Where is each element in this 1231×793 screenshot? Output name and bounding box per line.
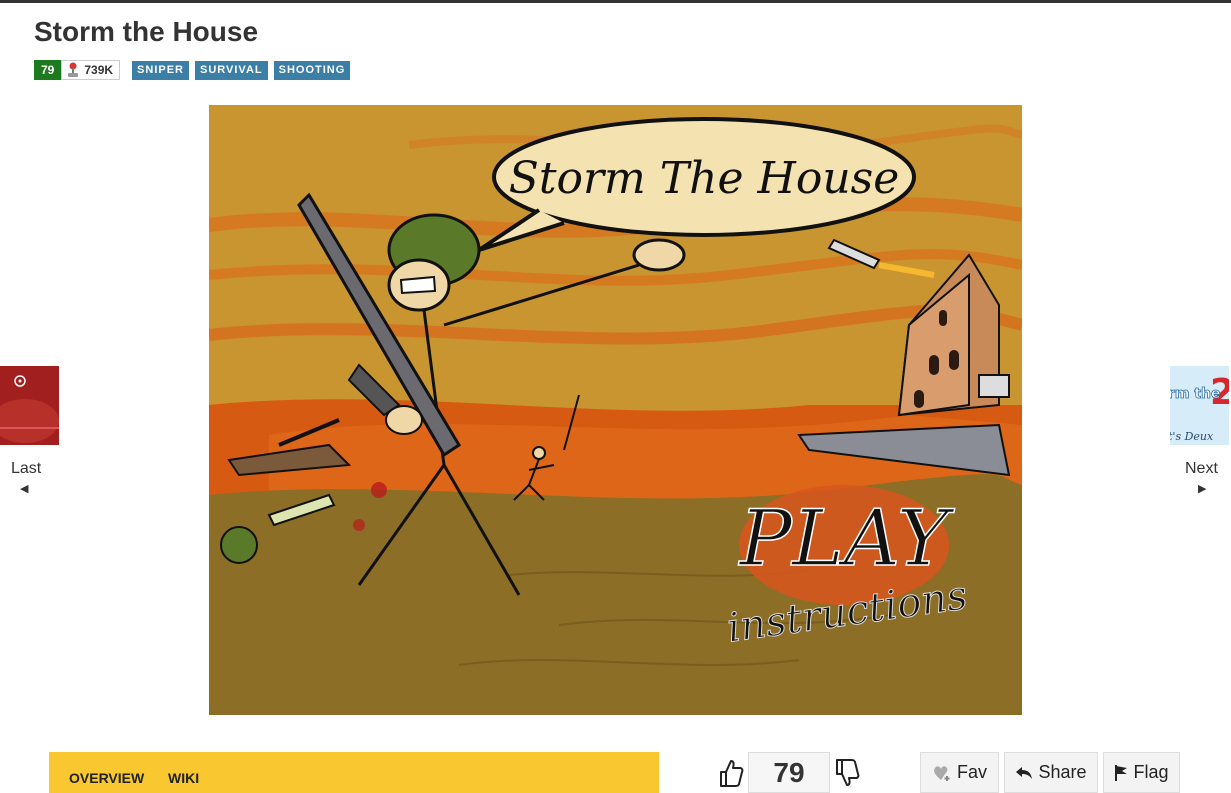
next-thumb-text: rm the (1170, 386, 1221, 402)
next-label[interactable]: Next (1185, 460, 1218, 478)
next-thumb-art: 2 rm the t's Deux (1170, 366, 1229, 445)
tag-sniper[interactable]: SNIPER (132, 60, 190, 80)
flag-label: Flag (1133, 762, 1169, 782)
tab-wiki[interactable]: WIKI (168, 770, 199, 786)
tag-survival[interactable]: SURVIVAL (195, 60, 268, 80)
page-title: Storm the House (34, 16, 259, 47)
thumbs-up-icon[interactable] (716, 755, 746, 791)
play-text: PLAY (738, 494, 955, 584)
joystick-icon (66, 62, 80, 78)
top-border (0, 0, 1231, 3)
heart-plus-icon (934, 765, 950, 781)
tab-overview[interactable]: OVERVIEW (69, 770, 144, 786)
speech-text: Storm The House (509, 153, 900, 204)
next-game-thumbnail[interactable]: 2 rm the t's Deux (1170, 366, 1229, 445)
prev-thumb-art (0, 366, 59, 445)
prev-label[interactable]: Last (11, 460, 41, 478)
game-canvas[interactable]: Storm The House PLAY instructions (209, 105, 1022, 715)
prev-arrow-icon[interactable]: ◀ (20, 482, 28, 495)
next-arrow-icon[interactable]: ▶ (1198, 482, 1206, 495)
score-badge: 79 (34, 60, 62, 80)
plays-count: 739K (61, 60, 121, 80)
vote-widget: 79 (716, 752, 862, 793)
prev-game-thumbnail[interactable] (0, 366, 59, 445)
fav-button[interactable]: Fav (920, 752, 999, 793)
flag-icon (1115, 764, 1128, 781)
next-thumb-subtext: t's Deux (1170, 430, 1214, 443)
vote-score: 79 (748, 752, 830, 793)
game-meta: 79 739K SNIPER SURVIVAL SHOOTING (34, 60, 356, 80)
share-label: Share (1038, 762, 1087, 782)
fav-label: Fav (956, 762, 987, 782)
tag-shooting[interactable]: SHOOTING (273, 60, 351, 80)
flag-button[interactable]: Flag (1103, 752, 1180, 793)
share-arrow-icon (1016, 766, 1033, 779)
share-button[interactable]: Share (1004, 752, 1098, 793)
plays-value: 739K (84, 63, 114, 77)
tabs-bar: OVERVIEW WIKI (49, 752, 659, 793)
thumbs-down-icon[interactable] (832, 755, 862, 791)
